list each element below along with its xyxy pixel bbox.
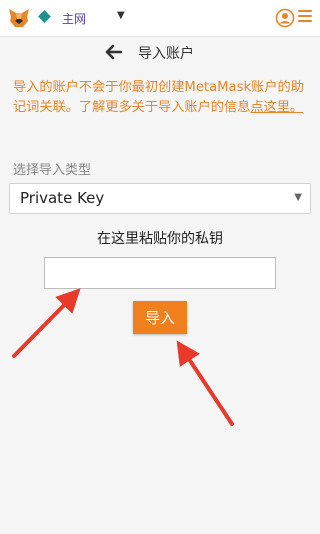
chevron-down-icon[interactable]: ▼ xyxy=(117,10,125,21)
annotation-arrow-button xyxy=(176,340,234,426)
network-selector[interactable]: 主网 xyxy=(62,10,86,27)
selected-import-type: Private Key xyxy=(20,189,105,207)
import-button[interactable]: 导入 xyxy=(133,301,187,334)
private-key-input[interactable] xyxy=(44,257,276,289)
paste-key-label: 在这里粘贴你的私钥 xyxy=(97,231,223,247)
learn-more-link[interactable]: 点这里。 xyxy=(250,100,303,115)
account-icon[interactable] xyxy=(275,8,295,28)
metamask-fox-logo xyxy=(9,9,29,27)
annotation-arrow-input xyxy=(12,288,81,358)
network-status-icon xyxy=(38,10,51,23)
import-type-label: 选择导入类型 xyxy=(13,163,92,178)
page-title: 导入账户 xyxy=(138,46,194,62)
hamburger-menu-icon[interactable] xyxy=(298,10,312,24)
import-notice: 导入的账户不会于你最初创建MetaMask账户的助记词关联。了解更多关于导入账户… xyxy=(13,78,311,118)
top-bar: 主网 ▼ xyxy=(0,0,320,37)
back-arrow-icon[interactable] xyxy=(104,44,122,60)
chevron-down-icon: ▼ xyxy=(294,192,302,203)
import-type-select[interactable]: Private Key ▼ xyxy=(9,183,311,214)
page-header: 导入账户 xyxy=(0,40,320,66)
